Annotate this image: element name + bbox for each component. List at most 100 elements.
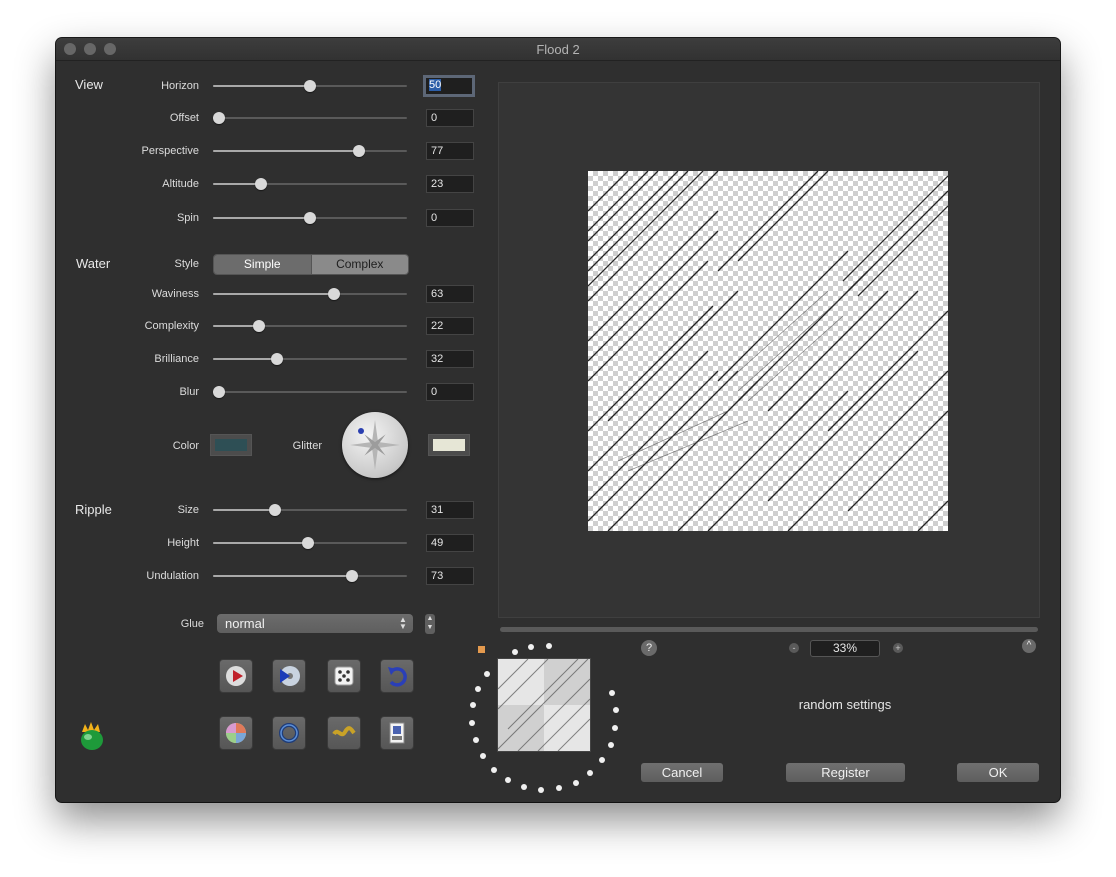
blur-label: Blur [179,386,199,398]
blur-value-field[interactable]: 0 [426,383,474,401]
horizon-label: Horizon [161,80,199,92]
horizon-value-field[interactable]: 50 [423,75,475,97]
size-slider[interactable] [213,504,407,516]
style-label: Style [174,258,199,270]
spin-label: Spin [176,212,199,224]
brilliance-slider-fill [213,358,278,360]
offset-slider-thumb[interactable] [213,112,225,124]
color-wheel-icon [226,723,246,743]
play-disc-icon [226,666,246,686]
glitter-color-swatch[interactable] [428,434,470,456]
blur-slider-track [213,391,407,393]
disc-arrow-button[interactable] [272,659,306,693]
star-icon [350,420,400,470]
altitude-slider-fill [213,183,261,185]
perspective-value-field[interactable]: 77 [426,142,474,160]
altitude-slider[interactable] [213,178,407,190]
preview-horizontal-scrollbar[interactable] [500,627,1038,632]
wave-button[interactable] [327,716,361,750]
complexity-value-field[interactable]: 22 [426,317,474,335]
undulation-value-field[interactable]: 73 [426,567,474,585]
brilliance-value-field[interactable]: 32 [426,350,474,368]
ok-button[interactable]: OK [957,763,1039,782]
ring-button[interactable] [272,716,306,750]
psd-file-icon [389,722,405,744]
perspective-slider[interactable] [213,145,407,157]
glitter-label: Glitter [292,440,322,452]
glue-stepper[interactable]: ▲ ▼ [425,614,435,634]
undo-button[interactable] [380,659,414,693]
play-disc-button[interactable] [219,659,253,693]
color-wheel-button[interactable] [219,716,253,750]
horizon-slider[interactable] [213,80,407,92]
blur-slider[interactable] [213,386,407,398]
collapse-button[interactable]: ^ [1022,639,1036,653]
size-slider-thumb[interactable] [269,504,282,516]
altitude-value-text: 23 [431,178,444,190]
waviness-value-text: 63 [431,288,444,300]
register-button[interactable]: Register [786,763,905,782]
height-slider-fill [213,542,309,544]
thumbnail-render [498,659,590,751]
title-bar: Flood 2 [56,38,1060,61]
glitter-color-fill [433,439,465,451]
height-slider-thumb[interactable] [302,537,315,549]
random-dice-button[interactable] [327,659,361,693]
dice-icon [334,666,354,686]
undulation-slider-thumb[interactable] [345,570,358,582]
height-slider[interactable] [213,537,407,549]
style-complex-option[interactable]: Complex [310,255,408,274]
style-simple-option[interactable]: Simple [214,255,311,274]
brilliance-slider-thumb[interactable] [271,353,284,365]
spin-slider-fill [213,217,310,219]
horizon-slider-fill [213,85,310,87]
cancel-button[interactable]: Cancel [641,763,723,782]
perspective-slider-thumb[interactable] [353,145,366,157]
horizon-value-text: 50 [429,79,442,91]
offset-value-field[interactable]: 0 [426,109,474,127]
spin-value-field[interactable]: 0 [426,209,474,227]
undulation-slider-fill [213,575,352,577]
altitude-slider-thumb[interactable] [254,178,267,190]
altitude-label: Altitude [162,178,199,190]
glue-popup-menu[interactable]: normal ▲ ▼ [217,614,413,633]
navigator-ring-dot [484,670,491,677]
zoom-in-button[interactable]: + [893,643,903,653]
complexity-label: Complexity [144,320,199,332]
offset-slider[interactable] [213,112,407,124]
navigator-ring-dot [511,649,518,656]
color-label: Color [172,440,199,452]
spin-slider-thumb[interactable] [304,212,316,224]
help-button[interactable]: ? [641,640,657,656]
spin-slider[interactable] [213,212,407,224]
brilliance-label: Brilliance [154,353,199,365]
navigator-ring-dot [472,737,479,744]
waviness-value-field[interactable]: 63 [426,285,474,303]
blur-value-text: 0 [431,386,438,398]
complexity-value-text: 22 [431,320,444,332]
waviness-slider-thumb[interactable] [327,288,340,300]
save-psd-button[interactable] [380,716,414,750]
complexity-slider-thumb[interactable] [253,320,266,332]
size-value-field[interactable]: 31 [426,501,474,519]
glitter-direction-knob[interactable] [342,412,408,478]
brilliance-slider[interactable] [213,353,407,365]
glue-value: normal [225,616,265,631]
perspective-value-text: 77 [431,145,444,157]
perspective-label: Perspective [141,145,199,157]
horizon-slider-thumb[interactable] [304,80,316,92]
navigator-thumbnail[interactable] [497,658,591,752]
zoom-field[interactable]: 33% [810,640,880,657]
zoom-out-button[interactable]: - [789,643,799,653]
ring-icon [279,723,299,743]
offset-value-text: 0 [431,112,438,124]
knob-indicator-dot [358,428,364,434]
preview-canvas[interactable] [588,171,948,531]
blur-slider-thumb[interactable] [213,386,225,398]
altitude-value-field[interactable]: 23 [426,175,474,193]
waviness-slider[interactable] [213,288,407,300]
undulation-slider[interactable] [213,570,407,582]
height-value-field[interactable]: 49 [426,534,474,552]
complexity-slider[interactable] [213,320,407,332]
window-title: Flood 2 [536,42,580,57]
